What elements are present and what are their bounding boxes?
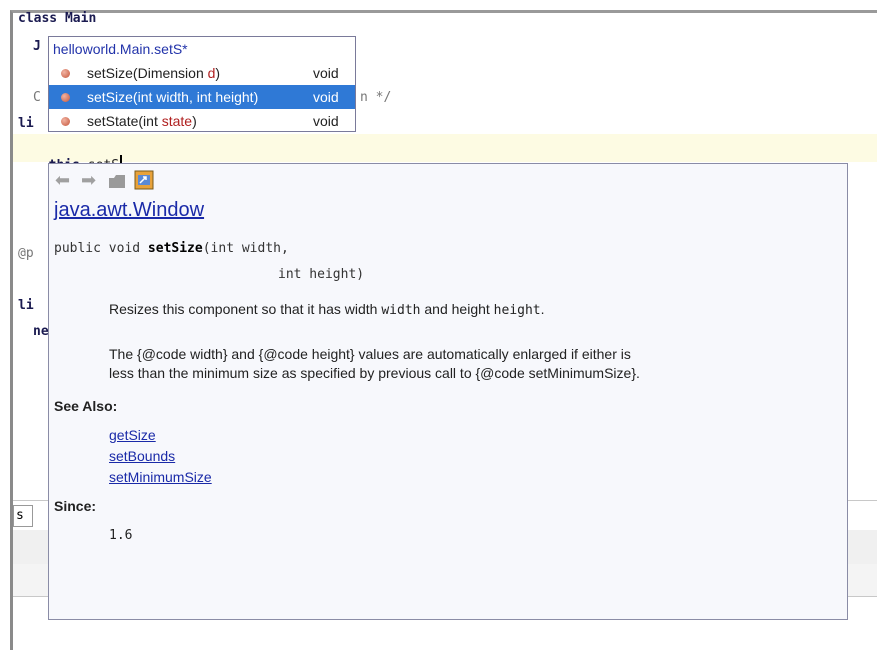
current-line-highlight xyxy=(13,134,877,162)
desc2-line-1: The {@code width} and {@code height} val… xyxy=(109,346,631,362)
since-heading: Since: xyxy=(54,498,97,514)
method-name: setSize xyxy=(87,89,133,105)
sig-prefix: public void xyxy=(54,241,148,256)
javadoc-class-link[interactable]: java.awt.Window xyxy=(54,199,204,222)
desc-code-height: height xyxy=(493,303,541,318)
see-also-link-setbounds[interactable]: setBounds xyxy=(109,448,175,464)
desc-text-3: . xyxy=(540,301,545,317)
desc-text-2: and height xyxy=(420,301,494,317)
code-fragment-comment-tail[interactable]: n */ xyxy=(360,90,391,105)
paren-close: ) xyxy=(215,65,221,81)
external-browser-icon[interactable] xyxy=(133,170,155,194)
paren-close: ) xyxy=(192,113,197,129)
javadoc-popup[interactable]: ⬅ ➡ java.awt.Window public void setSize(… xyxy=(48,163,848,620)
desc2-line-2: less than the minimum size as specified … xyxy=(109,365,640,381)
paren-close: ) xyxy=(253,89,259,105)
method-icon xyxy=(61,117,70,126)
method-icon xyxy=(61,69,70,78)
return-type: void xyxy=(313,65,339,81)
code-fragment-param[interactable]: @p xyxy=(18,246,34,261)
param-type: int xyxy=(143,113,162,129)
desc-text-1: Resizes this component so that it has wi… xyxy=(109,301,382,317)
completion-item[interactable]: setSize(int width, int height) void xyxy=(49,85,355,109)
completion-item[interactable]: setSize(Dimension d) void xyxy=(49,61,355,85)
code-fragment-public[interactable]: li xyxy=(18,116,34,131)
see-also-heading: See Also: xyxy=(54,398,118,414)
code-line-class[interactable]: class Main xyxy=(18,11,96,26)
code-fragment-comment[interactable]: C xyxy=(33,90,41,105)
param-name: state xyxy=(161,113,193,129)
method-name: setState xyxy=(87,113,139,129)
code-fragment-public-2[interactable]: li xyxy=(18,298,34,313)
since-value: 1.6 xyxy=(109,528,133,543)
javadoc-signature: public void setSize(int width, int heigh… xyxy=(54,236,364,288)
return-type: void xyxy=(313,89,339,105)
code-fragment-j[interactable]: J xyxy=(33,39,41,54)
completion-list[interactable]: setSize(Dimension d) void setSize(int widt… xyxy=(49,61,355,133)
open-source-icon[interactable] xyxy=(107,170,129,194)
param-type: int width, int height xyxy=(137,89,254,105)
sig-method-name: setSize xyxy=(147,241,203,256)
method-icon xyxy=(61,93,70,102)
see-also-link-setminimumsize[interactable]: setMinimumSize xyxy=(109,469,212,485)
back-arrow-icon[interactable]: ⬅ xyxy=(55,170,70,190)
sig-params-2: int height) xyxy=(278,267,365,282)
javadoc-description: Resizes this component so that it has wi… xyxy=(109,300,545,320)
sig-params-1: (int width, xyxy=(202,241,289,256)
bottom-tab[interactable]: s xyxy=(13,505,33,527)
code-fragment-ne[interactable]: ne xyxy=(33,324,49,339)
see-also-link-getsize[interactable]: getSize xyxy=(109,427,156,443)
method-name: setSize xyxy=(87,65,133,81)
forward-arrow-icon[interactable]: ➡ xyxy=(81,170,96,190)
javadoc-description-2: The {@code width} and {@code height} val… xyxy=(109,345,640,383)
completion-title: helloworld.Main.setS* xyxy=(53,41,188,57)
desc-code-width: width xyxy=(381,303,421,318)
completion-item[interactable]: setState(int state) void xyxy=(49,109,355,133)
return-type: void xyxy=(313,113,339,129)
code-completion-popup[interactable]: helloworld.Main.setS* setSize(Dimension … xyxy=(48,36,356,132)
param-type: Dimension xyxy=(137,65,208,81)
